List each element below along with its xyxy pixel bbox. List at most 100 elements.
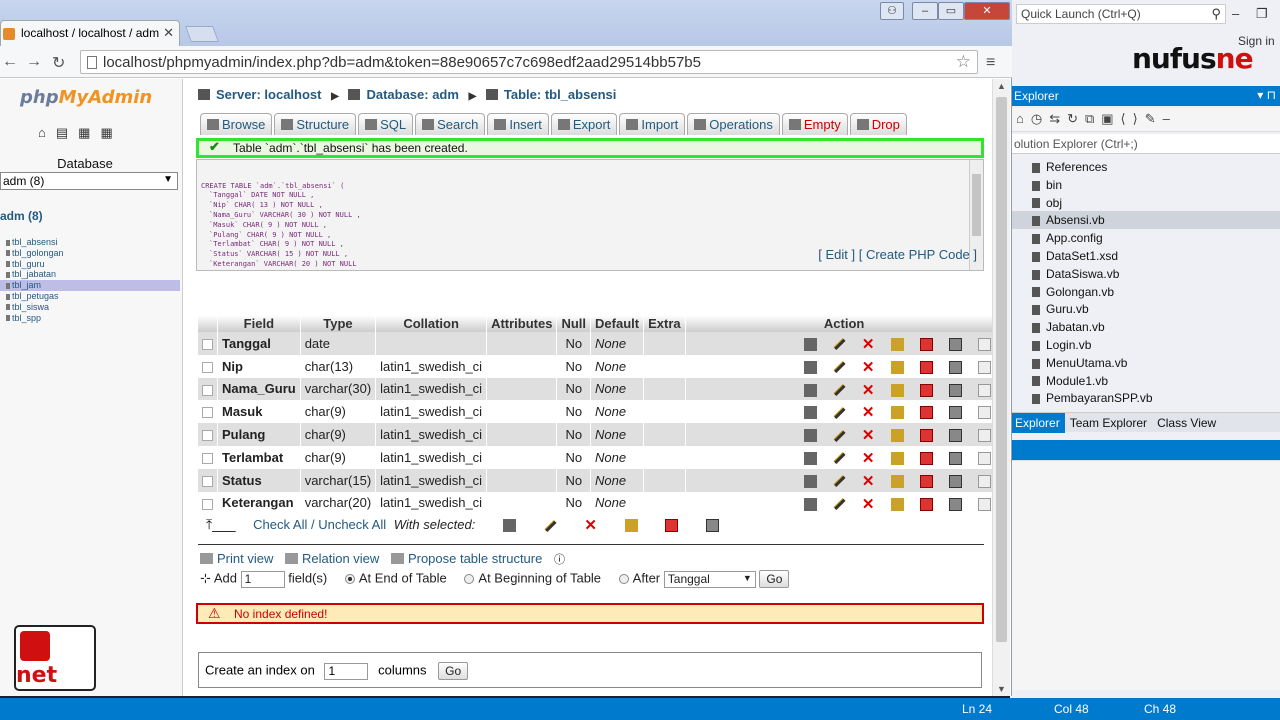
browse-icon[interactable]: [803, 337, 817, 351]
browser-tab[interactable]: localhost / localhost / adm ✕: [0, 20, 180, 46]
user-icon[interactable]: ⚇: [880, 2, 904, 20]
sql-icon[interactable]: ▤: [56, 125, 78, 140]
row-checkbox[interactable]: [202, 475, 213, 487]
drop-selected-icon[interactable]: ✕: [584, 518, 597, 533]
solution-tree-item[interactable]: Golongan.vb: [1010, 283, 1280, 301]
row-checkbox[interactable]: [202, 384, 213, 396]
browse-icon[interactable]: [803, 406, 817, 420]
fulltext-icon[interactable]: [977, 497, 991, 511]
solution-tree-item[interactable]: DataSet1.xsd: [1010, 247, 1280, 265]
sidebar-table-item[interactable]: tbl_absensi: [0, 237, 180, 248]
browse-icon[interactable]: [803, 451, 817, 465]
browse-icon[interactable]: [803, 474, 817, 488]
page-scrollbar[interactable]: ▲ ▼: [992, 79, 1010, 696]
primary-key-icon[interactable]: [890, 497, 904, 511]
unique-icon[interactable]: [919, 406, 933, 420]
fulltext-icon[interactable]: [977, 429, 991, 443]
breadcrumb-server[interactable]: Server: localhost: [216, 87, 322, 102]
bookmark-star-icon[interactable]: ☆: [956, 52, 971, 72]
primary-key-icon[interactable]: [890, 474, 904, 488]
reload-icon[interactable]: ↻: [52, 53, 65, 73]
drop-icon[interactable]: ✕: [862, 337, 875, 352]
change-icon[interactable]: [833, 452, 846, 465]
tab-search[interactable]: Search: [415, 113, 486, 135]
index-icon[interactable]: [948, 406, 962, 420]
browse-icon[interactable]: [803, 497, 817, 511]
query-icon[interactable]: ▦: [78, 125, 100, 140]
solution-tree-item[interactable]: Absensi.vb: [1010, 211, 1280, 230]
browse-selected-icon[interactable]: [502, 519, 516, 533]
check-all-link[interactable]: Check All / Uncheck All: [253, 517, 386, 532]
tab-operations[interactable]: Operations: [687, 113, 780, 135]
fulltext-icon[interactable]: [977, 383, 991, 397]
scroll-up-icon[interactable]: ▲: [997, 81, 1006, 91]
tab-sql[interactable]: SQL: [358, 113, 414, 135]
change-icon[interactable]: [833, 361, 846, 374]
fulltext-icon[interactable]: [977, 360, 991, 374]
row-checkbox[interactable]: [202, 430, 213, 442]
panel-tab[interactable]: Team Explorer: [1065, 413, 1152, 433]
primary-key-icon[interactable]: [890, 383, 904, 397]
at-end-radio[interactable]: [344, 574, 355, 584]
address-bar[interactable]: localhost/phpmyadmin/index.php?db=adm&to…: [80, 50, 978, 74]
tab-empty[interactable]: Empty: [781, 113, 848, 135]
solution-tree-item[interactable]: PembayaranSPP.vb: [1010, 389, 1280, 407]
drop-icon[interactable]: ✕: [862, 451, 875, 466]
primary-key-icon[interactable]: [890, 337, 904, 351]
phpmyadmin-logo[interactable]: phpMyAdmin: [20, 87, 152, 108]
solution-tree-item[interactable]: App.config: [1010, 229, 1280, 247]
back-icon[interactable]: ←: [2, 53, 18, 71]
unique-icon[interactable]: [919, 474, 933, 488]
sidebar-table-item[interactable]: tbl_jam: [0, 280, 180, 291]
index-icon[interactable]: [948, 337, 962, 351]
forward-icon[interactable]: →: [26, 53, 42, 71]
at-beginning-radio[interactable]: [464, 574, 475, 584]
change-icon[interactable]: [833, 497, 846, 511]
row-checkbox[interactable]: [202, 498, 213, 510]
browse-icon[interactable]: [803, 360, 817, 374]
browse-icon[interactable]: [803, 383, 817, 397]
edit-query-link[interactable]: [ Edit ]: [818, 247, 855, 262]
sidebar-table-item[interactable]: tbl_golongan: [0, 248, 180, 259]
row-checkbox[interactable]: [202, 407, 213, 419]
print-view-link[interactable]: Print view: [217, 551, 273, 566]
index-columns-input[interactable]: 1: [324, 662, 369, 680]
maximize-button[interactable]: ▭: [938, 2, 964, 20]
tab-export[interactable]: Export: [550, 113, 618, 135]
tab-drop[interactable]: Drop: [849, 113, 907, 135]
unique-icon[interactable]: [919, 360, 933, 374]
close-button[interactable]: ✕: [964, 2, 1010, 20]
primary-selected-icon[interactable]: [624, 519, 638, 533]
restore-icon[interactable]: ❐: [1256, 6, 1268, 22]
quick-launch-input[interactable]: Quick Launch (Ctrl+Q) ⚲: [1016, 4, 1226, 24]
database-select[interactable]: adm (8) ▼: [0, 172, 178, 190]
tab-insert[interactable]: Insert: [487, 113, 549, 135]
primary-key-icon[interactable]: [890, 360, 904, 374]
solution-tree-item[interactable]: DataSiswa.vb: [1010, 265, 1280, 283]
change-icon[interactable]: [833, 429, 846, 442]
help-icon[interactable]: ⓘ: [554, 554, 565, 566]
propose-structure-link[interactable]: Propose table structure: [408, 551, 542, 566]
index-selected-icon[interactable]: [706, 519, 720, 533]
tab-import[interactable]: Import: [619, 113, 686, 135]
fulltext-icon[interactable]: [977, 451, 991, 465]
unique-icon[interactable]: [919, 383, 933, 397]
solution-tree-item[interactable]: References: [1010, 158, 1280, 176]
drop-icon[interactable]: ✕: [862, 474, 875, 489]
scroll-down-icon[interactable]: ▼: [997, 684, 1006, 694]
index-icon[interactable]: [948, 474, 962, 488]
tab-browse[interactable]: Browse: [200, 113, 273, 135]
change-icon[interactable]: [833, 338, 846, 351]
close-tab-icon[interactable]: ✕: [163, 25, 174, 41]
primary-key-icon[interactable]: [890, 406, 904, 420]
sidebar-table-item[interactable]: tbl_siswa: [0, 302, 180, 313]
drop-icon[interactable]: ✕: [862, 428, 875, 443]
create-php-link[interactable]: [ Create PHP Code ]: [859, 247, 977, 262]
primary-key-icon[interactable]: [890, 451, 904, 465]
drop-icon[interactable]: ✕: [862, 360, 875, 375]
pin-icon[interactable]: ▾ ⊓: [1257, 88, 1276, 102]
solution-tree-item[interactable]: MenuUtama.vb: [1010, 354, 1280, 372]
minimize-button[interactable]: –: [912, 2, 938, 20]
after-radio[interactable]: [618, 574, 629, 584]
docs-icon[interactable]: ▦: [100, 125, 122, 140]
